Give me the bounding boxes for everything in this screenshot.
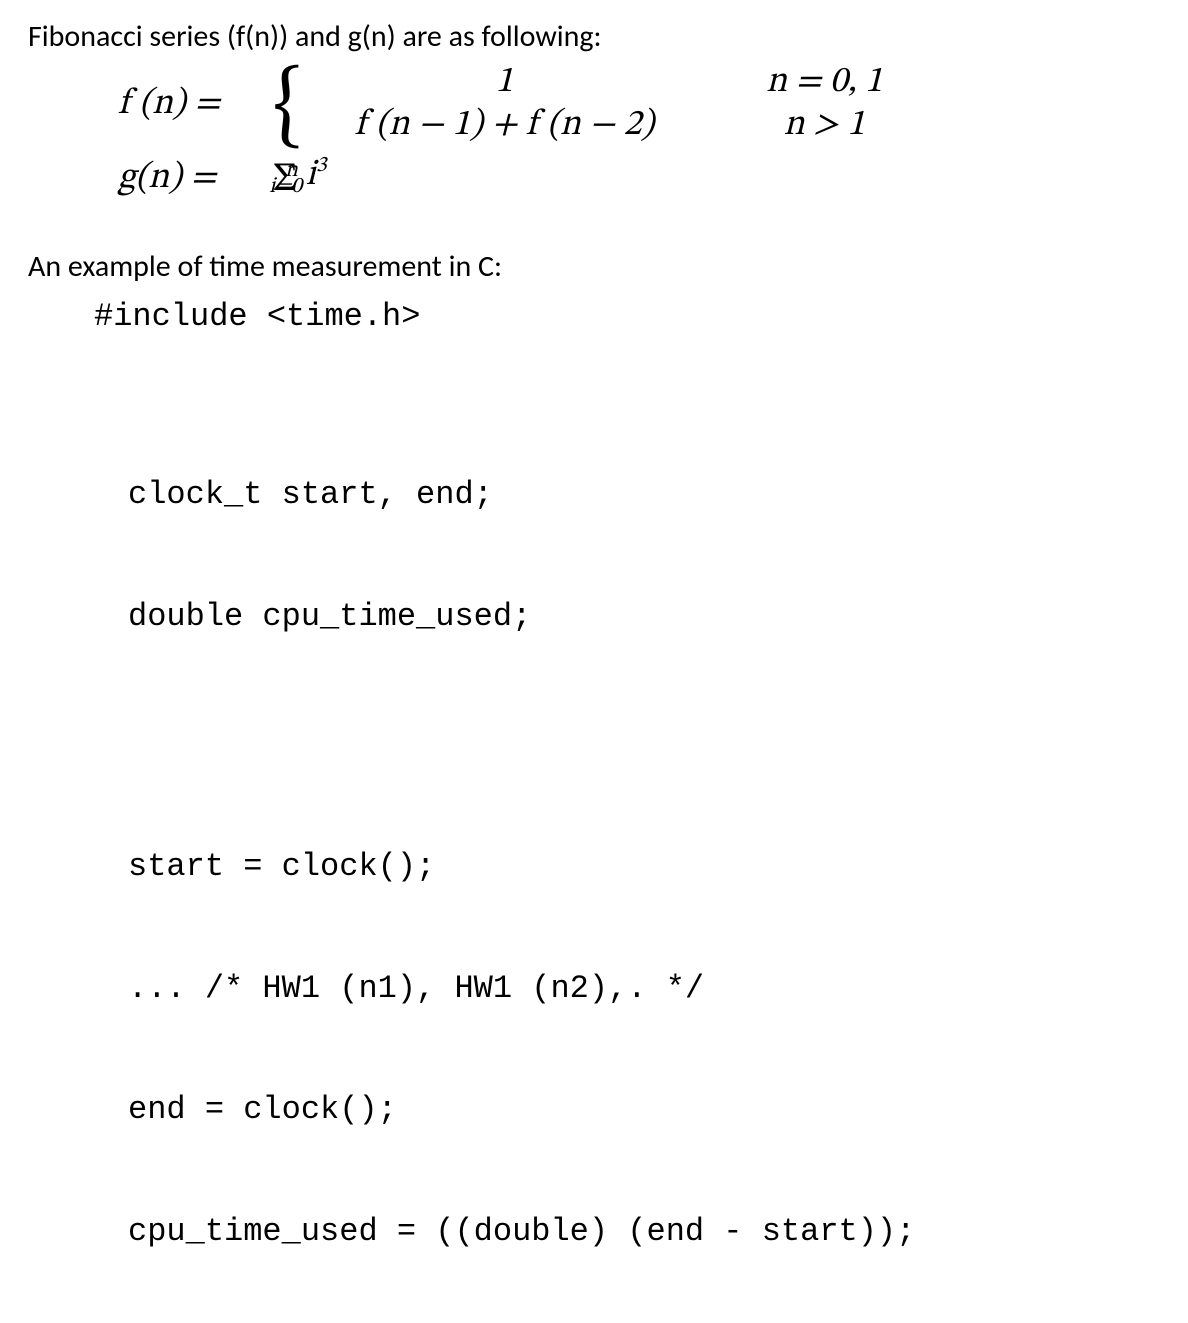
fn-case1-expr: 1 (294, 61, 714, 104)
fn-cases: 1 n = 0, 1 f (n − 1) + f (n − 2) n > 1 (294, 61, 904, 147)
code-line-comment: ... /* HW1 (n1), HW1 (n2),. */ (128, 959, 1160, 1020)
gn-lhs: g(n) = (118, 157, 273, 200)
code-line-cpu: cpu_time_used = ((double) (end - start))… (128, 1202, 1160, 1263)
fn-case2-cond: n > 1 (744, 104, 904, 147)
example-intro: An example of time measurement in C: (28, 248, 1160, 285)
brace-icon: { (273, 69, 302, 147)
fn-case1-cond: n = 0, 1 (744, 61, 904, 104)
fn-definition: f (n) = { 1 n = 0, 1 f (n − 1) + f (n − … (118, 61, 1160, 147)
code-line-start: start = clock(); (128, 837, 1160, 898)
code-decl-block: clock_t start, end; double cpu_time_used… (128, 404, 1160, 708)
code-timing-block: start = clock(); ... /* HW1 (n1), HW1 (n… (128, 776, 1160, 1323)
gn-sum: Σni=0 i3 (273, 153, 327, 204)
gn-definition: g(n) = Σni=0 i3 (118, 153, 1160, 204)
code-include: #include <time.h> (94, 287, 1160, 348)
code-line-decl1: clock_t start, end; (128, 465, 1160, 526)
fn-case2-expr: f (n − 1) + f (n − 2) (294, 104, 714, 147)
sum-lower: i=0 (269, 174, 329, 200)
fn-case-2: f (n − 1) + f (n − 2) n > 1 (294, 104, 904, 147)
math-definitions: f (n) = { 1 n = 0, 1 f (n − 1) + f (n − … (118, 61, 1160, 204)
fn-lhs: f (n) = (118, 83, 273, 126)
fn-case-1: 1 n = 0, 1 (294, 61, 904, 104)
code-line-decl2: double cpu_time_used; (128, 587, 1160, 648)
code-line-end: end = clock(); (128, 1080, 1160, 1141)
intro-text: Fibonacci series (f(n)) and g(n) are as … (28, 18, 1160, 55)
